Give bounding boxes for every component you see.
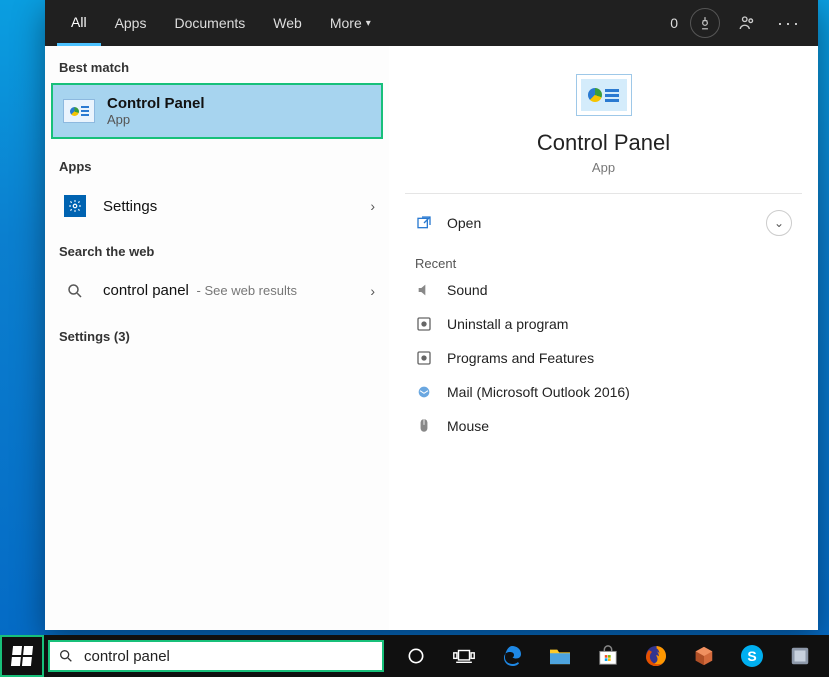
recent-label: Mouse — [447, 418, 489, 434]
svg-text:S: S — [747, 648, 756, 664]
options-icon[interactable]: ··· — [774, 8, 804, 38]
result-title: Control Panel — [107, 95, 205, 112]
tab-documents[interactable]: Documents — [160, 0, 259, 46]
filter-tab-bar: All Apps Documents Web More▾ 0 ··· — [45, 0, 818, 46]
search-input[interactable] — [84, 648, 374, 665]
recent-uninstall[interactable]: Uninstall a program — [389, 307, 818, 341]
recent-label: Mail (Microsoft Outlook 2016) — [447, 384, 630, 400]
taskbar-search[interactable] — [48, 640, 384, 672]
chevron-down-icon[interactable]: ⌄ — [766, 210, 792, 236]
file-explorer-icon[interactable] — [536, 635, 584, 677]
detail-type: App — [389, 160, 818, 175]
open-icon — [415, 214, 433, 232]
recent-heading: Recent — [389, 242, 818, 273]
tab-apps[interactable]: Apps — [101, 0, 161, 46]
section-apps: Apps — [45, 145, 389, 182]
start-button[interactable] — [0, 635, 44, 677]
firefox-icon[interactable] — [632, 635, 680, 677]
results-list: Best match Control Panel App Apps — [45, 46, 389, 630]
feedback-icon[interactable] — [732, 8, 762, 38]
result-suffix: - See web results — [193, 283, 297, 298]
chevron-right-icon: › — [370, 283, 375, 299]
recent-label: Sound — [447, 282, 487, 298]
mouse-icon — [415, 417, 433, 435]
rewards-icon[interactable] — [690, 8, 720, 38]
search-results-panel: All Apps Documents Web More▾ 0 ··· — [45, 0, 818, 630]
detail-pane: Control Panel App Open ⌄ Recent — [389, 46, 818, 630]
tab-web[interactable]: Web — [259, 0, 316, 46]
action-label: Open — [447, 215, 481, 231]
recent-label: Uninstall a program — [447, 316, 568, 332]
search-icon — [59, 277, 91, 305]
search-icon — [58, 648, 74, 664]
windows-logo-icon — [11, 646, 33, 666]
speaker-icon — [415, 281, 433, 299]
gear-icon — [59, 192, 91, 220]
mail-icon — [415, 383, 433, 401]
result-web-search[interactable]: control panel - See web results › — [45, 267, 389, 315]
rewards-count: 0 — [670, 15, 678, 31]
tab-all[interactable]: All — [57, 0, 101, 46]
skype-icon[interactable]: S — [728, 635, 776, 677]
box-icon — [415, 349, 433, 367]
recent-programs-features[interactable]: Programs and Features — [389, 341, 818, 375]
recent-sound[interactable]: Sound — [389, 273, 818, 307]
detail-title: Control Panel — [389, 130, 818, 156]
recent-mail[interactable]: Mail (Microsoft Outlook 2016) — [389, 375, 818, 409]
result-title: control panel — [103, 282, 189, 299]
result-settings[interactable]: Settings › — [45, 182, 389, 230]
cortana-icon[interactable] — [392, 635, 440, 677]
result-subtitle: App — [107, 112, 205, 127]
recent-label: Programs and Features — [447, 350, 594, 366]
task-view-icon[interactable] — [440, 635, 488, 677]
control-panel-icon — [63, 97, 95, 125]
section-search-web: Search the web — [45, 230, 389, 267]
action-open[interactable]: Open ⌄ — [409, 204, 798, 242]
section-best-match: Best match — [45, 46, 389, 83]
control-panel-icon-large — [576, 74, 632, 116]
recent-mouse[interactable]: Mouse — [389, 409, 818, 443]
chevron-right-icon: › — [370, 198, 375, 214]
store-icon[interactable] — [584, 635, 632, 677]
taskbar: S — [0, 635, 829, 677]
tab-more[interactable]: More▾ — [316, 0, 385, 46]
section-settings: Settings (3) — [45, 315, 389, 352]
result-title: Settings — [103, 198, 157, 215]
edge-icon[interactable] — [488, 635, 536, 677]
result-control-panel[interactable]: Control Panel App — [51, 83, 383, 139]
chevron-down-icon: ▾ — [366, 18, 371, 29]
pinned-app-icon[interactable] — [776, 635, 824, 677]
app-cube-icon[interactable] — [680, 635, 728, 677]
box-icon — [415, 315, 433, 333]
